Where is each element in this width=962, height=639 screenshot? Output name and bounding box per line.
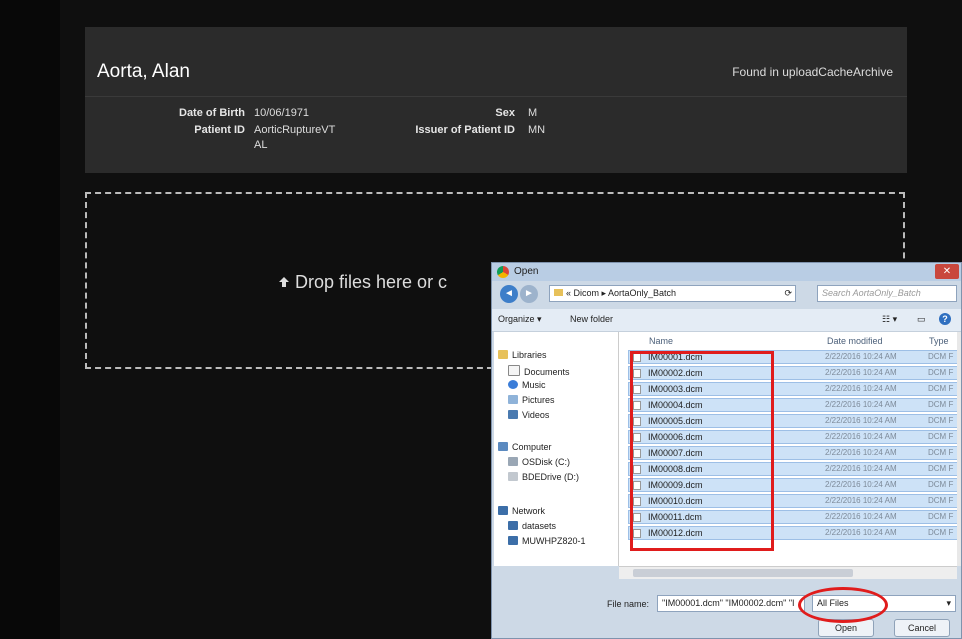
dob-value: 10/06/1971 [254,107,310,119]
pictures-icon [508,395,518,404]
nav-osdisk[interactable]: OSDisk (C:) [508,457,570,467]
videos-icon [508,410,518,419]
help-icon[interactable]: ? [939,313,951,325]
organize-button[interactable]: Organize ▾ [498,314,542,325]
file-name-label: File name: [607,599,650,609]
scrollbar-thumb[interactable] [633,569,853,577]
dialog-title: Open [514,266,539,277]
drop-zone-text: Drop files here or c [295,272,448,292]
file-name-input[interactable]: "IM00001.dcm" "IM00002.dcm" "I [657,595,805,612]
view-options-icon[interactable]: ☷ ▾ [882,314,897,325]
nav-libraries[interactable]: Libraries [498,350,547,360]
drive-icon [508,457,518,466]
open-button-highlight [798,587,888,623]
nav-music[interactable]: Music [508,380,546,390]
libraries-icon [498,350,508,359]
nav-computer[interactable]: Computer [498,442,552,452]
preview-pane-icon[interactable]: ▭ [917,314,926,325]
folder-icon [554,289,563,296]
forward-button[interactable]: ► [520,285,538,303]
dialog-titlebar[interactable]: Open ✕ [492,263,961,281]
column-header-name[interactable]: Name [649,336,673,346]
documents-icon [508,365,520,376]
back-button[interactable]: ◄ [500,285,518,303]
sex-label: Sex [495,107,515,119]
found-in-archive-text: Found in uploadCacheArchive [732,65,893,79]
music-icon [508,380,518,389]
computer-icon [498,442,508,451]
close-button[interactable]: ✕ [935,264,959,279]
issuer-value: MN [528,124,546,136]
patient-id-label: Patient ID [194,124,245,136]
nav-bdedrive[interactable]: BDEDrive (D:) [508,472,579,482]
network-icon [498,506,508,515]
nav-pictures[interactable]: Pictures [508,395,555,405]
drive-icon [508,472,518,481]
network-computer-icon [508,536,518,545]
vertical-scrollbar[interactable] [957,332,961,566]
nav-documents[interactable]: Documents [508,365,570,377]
nav-network[interactable]: Network [498,506,545,516]
network-computer-icon [508,521,518,530]
new-folder-button[interactable]: New folder [570,314,613,324]
cancel-button[interactable]: Cancel [894,619,950,637]
column-header-type[interactable]: Type [929,336,949,346]
nav-muwhpz820[interactable]: MUWHPZ820-1 [508,536,586,546]
patient-id-value-line2: AL [254,139,268,151]
issuer-label: Issuer of Patient ID [415,124,515,136]
upload-arrow-icon [279,277,289,287]
files-highlight-box [630,351,774,551]
dialog-toolbar: Organize ▾ New folder ☷ ▾ ▭ ? [492,309,961,332]
chrome-icon [497,266,509,278]
address-bar[interactable]: « Dicom ▸ AortaOnly_Batch ⟳ [549,285,796,302]
patient-header-card: Aorta, Alan Found in uploadCacheArchive … [85,27,907,173]
refresh-icon[interactable]: ⟳ [784,286,792,301]
navigation-pane: Libraries Documents Music Pictures Video… [494,332,619,566]
nav-datasets[interactable]: datasets [508,521,556,531]
sex-value: M [528,107,538,119]
address-path: « Dicom ▸ AortaOnly_Batch [566,288,677,298]
nav-videos[interactable]: Videos [508,410,549,420]
chevron-down-icon: ▾ [946,598,951,608]
search-input[interactable]: Search AortaOnly_Batch [817,285,957,302]
left-background-strip [0,0,60,639]
navigation-bar: ◄ ► « Dicom ▸ AortaOnly_Batch ⟳ Search A… [492,282,961,306]
horizontal-scrollbar[interactable] [619,566,957,579]
patient-name: Aorta, Alan [97,61,190,82]
drop-zone-label: Drop files here or c [277,272,447,293]
dob-label: Date of Birth [179,107,245,119]
column-header-date[interactable]: Date modified [827,336,883,346]
patient-id-value-line1: AorticRuptureVT [254,124,336,136]
header-divider [85,96,907,97]
